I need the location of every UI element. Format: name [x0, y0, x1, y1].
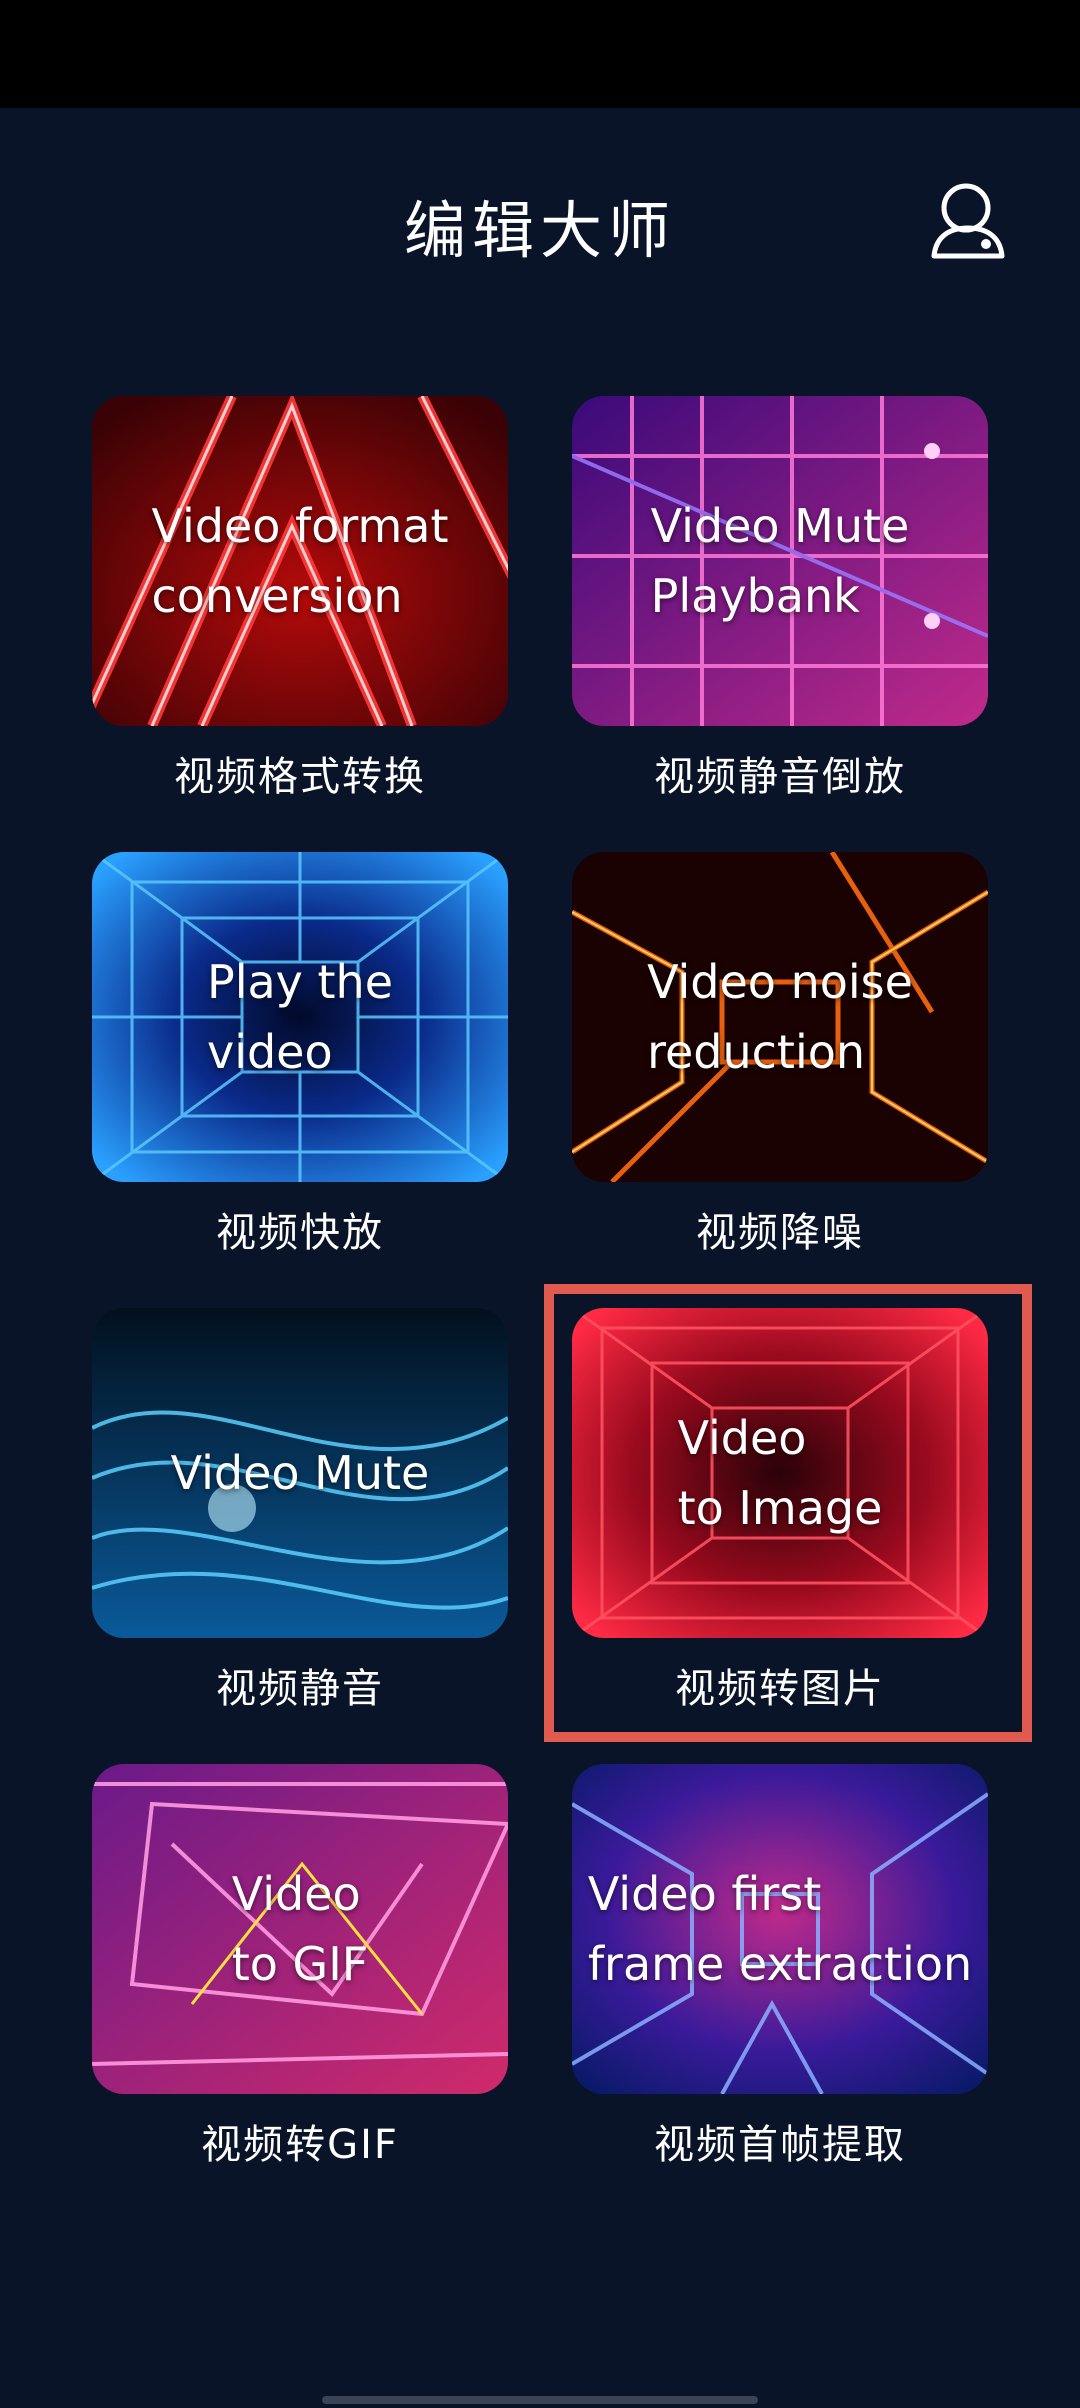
tile-overlay-text: Video Mute Playbank — [650, 499, 910, 623]
tile-video-mute[interactable]: Video Mute — [92, 1308, 508, 1638]
tile-video-noise-reduction[interactable]: Video noise reduction — [572, 852, 988, 1182]
tile-video-to-gif[interactable]: Video to GIF — [92, 1764, 508, 2094]
caption-play-video: 视频快放 — [216, 1210, 384, 1256]
tile-video-format-conversion[interactable]: Video format conversion — [92, 396, 508, 726]
home-indicator[interactable] — [322, 2396, 758, 2404]
caption-video-noise-reduction: 视频降噪 — [696, 1210, 864, 1256]
tile-overlay-text: Video format conversion — [151, 499, 449, 623]
tile-overlay-text: Play the video — [206, 955, 394, 1079]
caption-video-first-frame-extraction: 视频首帧提取 — [654, 2122, 906, 2168]
tile-overlay-text: Video Mute — [170, 1446, 430, 1500]
caption-video-to-gif: 视频转GIF — [201, 2122, 399, 2168]
caption-video-format-conversion: 视频格式转换 — [174, 754, 426, 800]
tool-grid: Video format conversion 视频格式转换 Video Mut… — [0, 0, 1080, 2408]
caption-video-mute-playback: 视频静音倒放 — [654, 754, 906, 800]
tile-overlay-text: Video first frame extraction — [587, 1867, 973, 1991]
caption-video-mute: 视频静音 — [216, 1666, 384, 1712]
tile-play-video[interactable]: Play the video — [92, 852, 508, 1182]
tile-video-first-frame-extraction[interactable]: Video first frame extraction — [572, 1764, 988, 2094]
selection-highlight — [544, 1284, 1032, 1742]
tile-overlay-text: Video noise reduction — [647, 955, 913, 1079]
tile-video-mute-playback[interactable]: Video Mute Playbank — [572, 396, 988, 726]
tile-overlay-text: Video to GIF — [231, 1867, 369, 1991]
